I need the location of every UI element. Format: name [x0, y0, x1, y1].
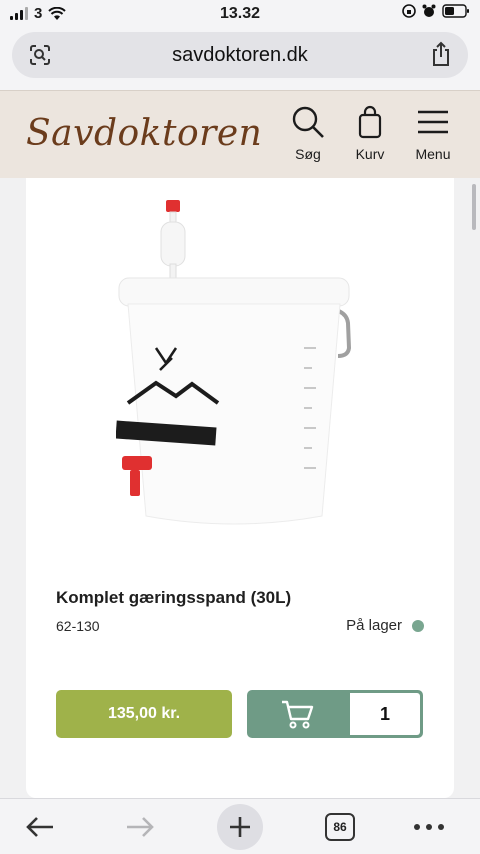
tab-switcher-button[interactable]: 86 [325, 813, 355, 841]
quantity-input[interactable]: 1 [350, 693, 420, 735]
more-dots-icon [414, 824, 444, 830]
search-button[interactable]: Søg [290, 105, 326, 162]
status-bar: 3 13.32 [0, 0, 480, 28]
stock-label: På lager [346, 617, 402, 634]
add-to-cart-button[interactable] [247, 690, 349, 738]
url-text[interactable]: savdoktoren.dk [12, 44, 468, 67]
hamburger-menu-icon [418, 110, 448, 134]
browser-address-area: savdoktoren.dk [0, 28, 480, 90]
share-icon[interactable] [430, 41, 452, 72]
search-label: Søg [295, 146, 321, 162]
browser-toolbar: 86 [0, 798, 480, 854]
shopping-bag-icon [358, 105, 382, 139]
stock-indicator-dot [412, 619, 424, 632]
new-tab-button[interactable] [217, 804, 263, 850]
status-right [402, 4, 470, 18]
forward-arrow-icon [127, 817, 154, 837]
search-icon [292, 106, 324, 138]
scrollbar[interactable] [472, 184, 476, 230]
more-button[interactable] [410, 807, 448, 847]
cart-label: Kurv [355, 146, 385, 162]
address-bar[interactable]: savdoktoren.dk [12, 32, 468, 78]
alarm-icon [422, 4, 436, 17]
product-sku: 62-130 [56, 618, 100, 634]
menu-button[interactable]: Menu [411, 105, 455, 162]
orientation-lock-icon [402, 4, 416, 18]
back-button[interactable] [22, 807, 58, 847]
site-logo[interactable]: Savdoktoren [26, 113, 262, 154]
battery-icon [442, 4, 469, 18]
cart-icon [282, 700, 314, 729]
page-content: Komplet gæringsspand (30L) 62-130 På lag… [0, 178, 480, 798]
cart-button[interactable]: Kurv [350, 105, 390, 162]
product-card[interactable]: Komplet gæringsspand (30L) 62-130 På lag… [26, 178, 454, 798]
add-to-cart-control: 1 [247, 690, 423, 738]
plus-icon [230, 817, 250, 837]
stock-status: På lager [346, 617, 424, 634]
menu-label: Menu [415, 146, 451, 162]
price-button[interactable]: 135,00 kr. [56, 690, 232, 738]
back-arrow-icon [26, 817, 53, 837]
site-header: Savdoktoren Søg Kurv Menu [0, 90, 480, 178]
forward-button[interactable] [122, 807, 158, 847]
product-name[interactable]: Komplet gæringsspand (30L) [56, 588, 291, 608]
product-image[interactable] [116, 198, 376, 528]
